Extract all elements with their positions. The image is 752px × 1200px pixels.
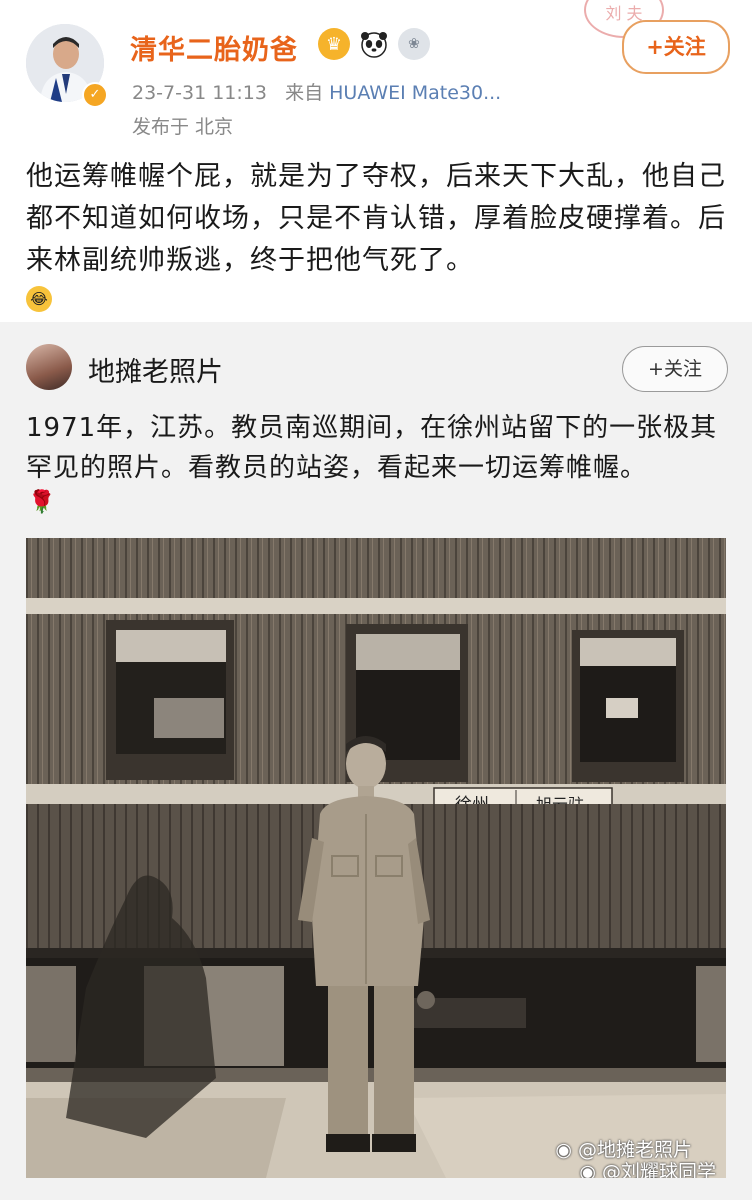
weibo-icon: ◉: [579, 1161, 596, 1178]
shared-author-avatar[interactable]: [26, 344, 72, 390]
follow-button[interactable]: +关注: [622, 20, 730, 74]
crown-badge-icon[interactable]: ♛: [318, 28, 350, 60]
medal-badge-icon[interactable]: ❀: [398, 28, 430, 60]
weibo-icon: ◉: [555, 1139, 572, 1161]
badge-row: ♛ ❀: [318, 28, 430, 60]
rose-emoji-icon: 🌹: [28, 490, 56, 515]
panda-badge-icon[interactable]: [358, 28, 390, 60]
device-link[interactable]: HUAWEI Mate30...: [329, 82, 501, 104]
source-prefix: 来自: [285, 82, 324, 104]
train-window-1: [106, 620, 234, 780]
watermark-reposter: ◉ @刘耀球同学: [579, 1157, 716, 1178]
train-window-3: [572, 630, 684, 782]
post-photo[interactable]: 徐州 旭云驻: [26, 538, 726, 1178]
weibo-post: 刘 夫 ✓ 清华二胎奶爸 ♛ ❀ 23-7-31 11:13 来自 HUAWEI…: [0, 0, 752, 322]
shared-author-name[interactable]: 地摊老照片: [88, 350, 223, 389]
shared-post-text: 1971年，江苏。教员南巡期间，在徐州站留下的一张极其罕见的照片。看教员的站姿，…: [26, 413, 718, 483]
watermark-reposter-text: @刘耀球同学: [601, 1161, 716, 1178]
shared-post[interactable]: 地摊老照片 +关注 1971年，江苏。教员南巡期间，在徐州站留下的一张极其罕见的…: [0, 322, 752, 1200]
post-text: 他运筹帷幄个屁，就是为了夺权，后来天下大乱，他自己都不知道如何收场，只是不肯认错…: [26, 161, 726, 276]
post-location: 发布于 北京: [132, 116, 234, 138]
shared-follow-button[interactable]: +关注: [622, 346, 728, 392]
post-meta: 23-7-31 11:13 来自 HUAWEI Mate30...: [132, 78, 501, 105]
post-time: 23-7-31 11:13: [132, 82, 267, 104]
laughing-crying-emoji-icon: 😂: [26, 286, 52, 312]
author-name[interactable]: 清华二胎奶爸: [130, 28, 298, 67]
verified-icon: ✓: [82, 82, 108, 108]
